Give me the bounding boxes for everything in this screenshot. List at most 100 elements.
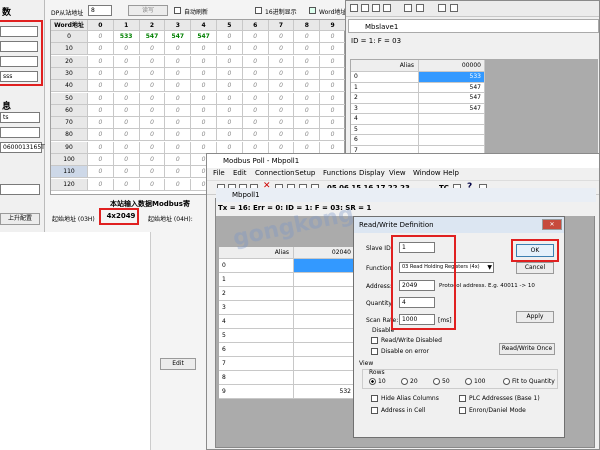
rows-radio-1[interactable] <box>401 378 408 385</box>
grid-cell[interactable]: 0 <box>165 55 192 68</box>
grid-cell[interactable]: 0 <box>139 154 166 166</box>
grid-cell[interactable]: 547 <box>165 31 192 43</box>
rw-disabled-checkbox[interactable] <box>371 337 378 344</box>
grid-cell[interactable]: 0 <box>139 178 166 191</box>
new-icon[interactable] <box>350 4 358 12</box>
rows-radio-4[interactable] <box>503 378 510 385</box>
grid-cell[interactable]: 0 <box>165 178 192 191</box>
poll-row-value[interactable] <box>294 287 355 301</box>
menu-item-setup[interactable]: Setup <box>295 169 315 177</box>
poll-row-index[interactable]: 2 <box>219 287 294 301</box>
grid-cell[interactable]: 0 <box>217 67 243 80</box>
grid-cell[interactable]: 0 <box>113 141 140 154</box>
menu-item-edit[interactable]: Edit <box>233 169 247 177</box>
slave-row-value[interactable]: 547 <box>419 93 485 104</box>
grid-cell[interactable]: 0 <box>242 80 269 93</box>
grid-cell[interactable]: 0 <box>113 104 140 117</box>
grid-cell[interactable]: 0 <box>268 92 295 105</box>
grid-cell[interactable]: 0 <box>242 92 269 105</box>
slave-row-value[interactable]: 547 <box>419 82 485 93</box>
grid-cell[interactable]: 0 <box>139 80 166 93</box>
poll-row-index[interactable]: 9 <box>219 385 294 399</box>
grid-cell[interactable]: 0 <box>294 141 321 154</box>
grid-cell[interactable]: 0 <box>139 92 166 105</box>
menu-item-view[interactable]: View <box>389 169 406 177</box>
poll-row-value[interactable] <box>294 273 355 287</box>
grid-cell[interactable]: 0 <box>320 55 345 68</box>
grid-cell[interactable]: 0 <box>113 67 140 80</box>
grid-cell[interactable]: 0 <box>139 129 166 142</box>
grid-cell[interactable]: 0 <box>217 55 243 68</box>
grid-row-address[interactable]: 20 <box>51 55 88 68</box>
grid-cell[interactable]: 0 <box>191 92 217 105</box>
grid-cell[interactable]: 0 <box>113 154 140 166</box>
grid-cell[interactable]: 0 <box>88 104 114 117</box>
grid-cell[interactable]: 0 <box>294 80 321 93</box>
slave-row-index[interactable]: 2 <box>351 93 419 104</box>
address-in-cell-checkbox[interactable] <box>371 407 378 414</box>
grid-cell[interactable]: 0 <box>191 117 217 130</box>
grid-cell[interactable]: 0 <box>165 154 192 166</box>
grid-cell[interactable]: 0 <box>320 129 345 142</box>
grid-cell[interactable]: 0 <box>191 67 217 80</box>
poll-row-value[interactable] <box>294 301 355 315</box>
grid-cell[interactable]: 0 <box>294 43 321 56</box>
grid-cell[interactable]: 0 <box>294 67 321 80</box>
slave-row-value[interactable] <box>419 135 485 146</box>
grid-cell[interactable]: 0 <box>165 67 192 80</box>
grid-cell[interactable]: 0 <box>88 154 114 166</box>
apply-button[interactable]: Apply <box>516 311 554 323</box>
poll-row-index[interactable]: 5 <box>219 329 294 343</box>
display-icon[interactable] <box>416 4 424 12</box>
poll-row-index[interactable]: 6 <box>219 343 294 357</box>
grid-cell[interactable]: 0 <box>113 92 140 105</box>
grid-cell[interactable]: 0 <box>294 117 321 130</box>
grid-cell[interactable]: 0 <box>165 43 192 56</box>
grid-cell[interactable]: 0 <box>242 67 269 80</box>
grid-cell[interactable]: 0 <box>268 117 295 130</box>
slave-row-value[interactable]: 547 <box>419 103 485 114</box>
slave-row-index[interactable]: 5 <box>351 124 419 135</box>
grid-cell[interactable]: 0 <box>294 55 321 68</box>
grid-cell[interactable]: 0 <box>217 141 243 154</box>
grid-cell[interactable]: 0 <box>320 92 345 105</box>
grid-cell[interactable]: 0 <box>139 55 166 68</box>
slave-row-value[interactable]: 533 <box>419 72 485 83</box>
grid-cell[interactable]: 0 <box>165 80 192 93</box>
grid-cell[interactable]: 0 <box>139 67 166 80</box>
grid-cell[interactable]: 0 <box>165 166 192 179</box>
hex-display-checkbox[interactable] <box>255 7 262 14</box>
grid-cell[interactable]: 0 <box>268 80 295 93</box>
grid-row-address[interactable]: 70 <box>51 117 88 130</box>
grid-cell[interactable]: 0 <box>139 43 166 56</box>
grid-cell[interactable]: 0 <box>217 92 243 105</box>
grid-cell[interactable]: 0 <box>242 117 269 130</box>
grid-cell[interactable]: 0 <box>320 31 345 43</box>
grid-cell[interactable]: 0 <box>217 31 243 43</box>
grid-cell[interactable]: 0 <box>268 129 295 142</box>
grid-cell[interactable]: 0 <box>217 117 243 130</box>
disable-on-error-checkbox[interactable] <box>371 348 378 355</box>
help-icon[interactable] <box>438 4 446 12</box>
grid-cell[interactable]: 0 <box>165 117 192 130</box>
grid-cell[interactable]: 0 <box>88 117 114 130</box>
menu-item-display[interactable]: Display <box>359 169 385 177</box>
slave-row-index[interactable]: 1 <box>351 82 419 93</box>
grid-row-address[interactable]: 50 <box>51 92 88 105</box>
grid-cell[interactable]: 0 <box>294 92 321 105</box>
rows-radio-3[interactable] <box>465 378 472 385</box>
grid-cell[interactable]: 0 <box>191 43 217 56</box>
grid-cell[interactable]: 0 <box>217 129 243 142</box>
grid-cell[interactable]: 0 <box>268 55 295 68</box>
grid-cell[interactable]: 0 <box>268 43 295 56</box>
grid-cell[interactable]: 0 <box>191 55 217 68</box>
hide-alias-checkbox[interactable] <box>371 395 378 402</box>
plc-addresses-checkbox[interactable] <box>459 395 466 402</box>
grid-cell[interactable]: 0 <box>88 67 114 80</box>
grid-cell[interactable]: 0 <box>242 141 269 154</box>
grid-cell[interactable]: 0 <box>139 166 166 179</box>
grid-cell[interactable]: 0 <box>320 141 345 154</box>
about-icon[interactable] <box>450 4 458 12</box>
poll-row-value[interactable] <box>294 371 355 385</box>
grid-cell[interactable]: 547 <box>139 31 166 43</box>
